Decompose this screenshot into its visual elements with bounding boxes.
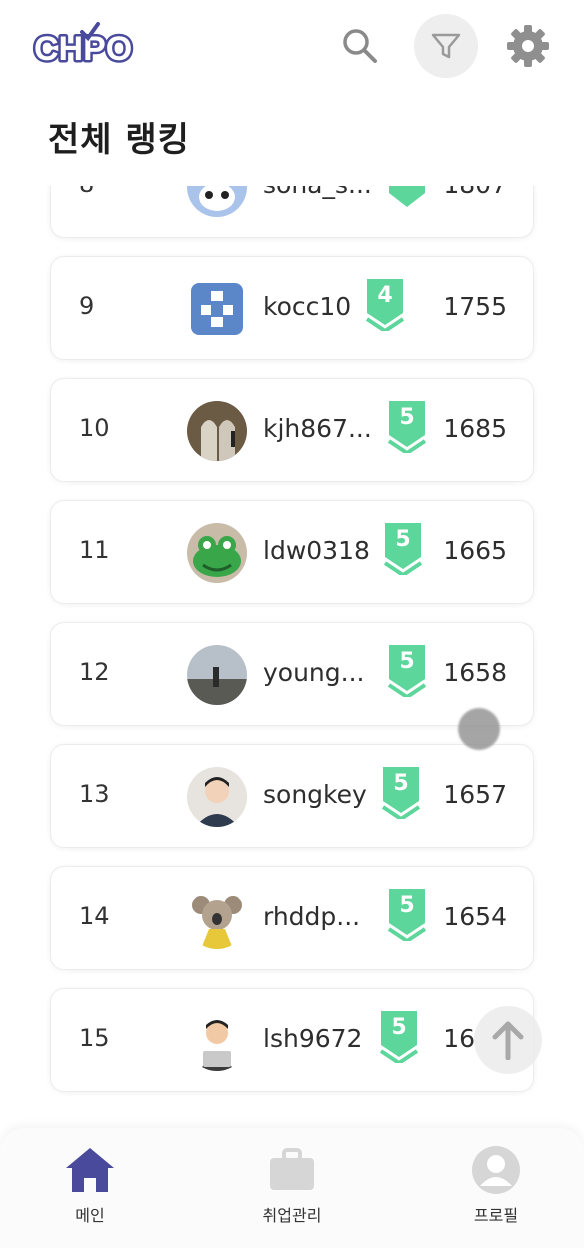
tier-level: 4 (377, 283, 393, 308)
ranking-card[interactable]: 12 young... 5 1658 (50, 622, 534, 726)
filter-button[interactable] (414, 14, 478, 78)
tier-badge: 5 (387, 889, 427, 944)
nav-label: 취업관리 (262, 1206, 322, 1225)
nav-item-profile[interactable]: 프로필 (436, 1140, 556, 1240)
panda-avatar-icon (187, 186, 247, 217)
user-avatar (187, 186, 247, 217)
username: sona_s... (263, 186, 372, 199)
user-avatar (187, 401, 247, 461)
tier-badge: 5 (381, 767, 421, 822)
user-avatar (187, 767, 247, 827)
ranking-list[interactable]: 8 sona_s... 1807 9 (0, 186, 584, 1116)
nav-label: 메인 (75, 1206, 105, 1225)
home-icon (66, 1148, 114, 1192)
rank-number: 13 (79, 780, 110, 808)
ranking-card[interactable]: 9 kocc10 4 1755 (50, 256, 534, 360)
tier-badge: 5 (379, 1011, 419, 1066)
tier-level: 5 (399, 405, 415, 430)
settings-button[interactable] (502, 20, 554, 72)
landscape-avatar-icon (187, 645, 247, 705)
pixel-avatar-icon (191, 283, 243, 335)
search-icon (343, 29, 377, 63)
score: 1807 (443, 186, 507, 199)
tier-level: 5 (393, 771, 409, 796)
gear-icon (507, 25, 549, 67)
nav-label: 프로필 (473, 1206, 519, 1225)
bottom-navigation: 메인 취업관리 프로필 (0, 1128, 584, 1248)
user-avatar (187, 889, 247, 949)
koala-avatar-icon (187, 889, 247, 949)
ranking-card[interactable]: 15 lsh9672 5 16 (50, 988, 534, 1092)
ranking-card[interactable]: 13 songkey 5 1657 (50, 744, 534, 848)
tier-level: 5 (399, 893, 415, 918)
ranking-card[interactable]: 14 rhddp... 5 1654 (50, 866, 534, 970)
app-header: CHPO 전체 랭킹 (0, 0, 584, 160)
username: ldw0318 (263, 536, 370, 565)
touch-indicator (458, 708, 500, 750)
page-title: 전체 랭킹 (48, 120, 190, 160)
ranking-card[interactable]: 11 ldw0318 5 1665 (50, 500, 534, 604)
username: songkey (263, 780, 367, 809)
username: lsh9672 (263, 1024, 363, 1053)
rank-number: 11 (79, 536, 110, 564)
score: 1685 (443, 414, 507, 443)
user-avatar (187, 645, 247, 705)
rank-number: 9 (79, 292, 95, 320)
search-button[interactable] (334, 20, 386, 72)
room-avatar-icon (187, 401, 247, 461)
briefcase-icon (270, 1148, 314, 1190)
tier-badge: 5 (387, 401, 427, 456)
ranking-card[interactable]: 10 kjh867... 5 1685 (50, 378, 534, 482)
score: 16 (443, 1024, 475, 1053)
user-avatar (187, 279, 247, 339)
tier-level: 5 (399, 649, 415, 674)
rank-number: 10 (79, 414, 110, 442)
filter-icon (431, 33, 461, 59)
tier-badge: 5 (383, 523, 423, 578)
username: kjh867... (263, 414, 372, 443)
score: 1657 (443, 780, 507, 809)
rank-number: 14 (79, 902, 110, 930)
frog-avatar-icon (187, 523, 247, 583)
arrow-up-icon (492, 1021, 524, 1060)
score: 1658 (443, 658, 507, 687)
profile-icon (472, 1146, 520, 1194)
rank-number: 12 (79, 658, 110, 686)
tier-level: 5 (391, 1015, 407, 1040)
username: young... (263, 658, 365, 687)
developer-avatar-icon (187, 1011, 247, 1071)
tier-badge: 4 (365, 279, 405, 334)
score: 1755 (443, 292, 507, 321)
username: rhddp... (263, 902, 361, 931)
tier-level: 5 (395, 527, 411, 552)
user-avatar (187, 523, 247, 583)
chpo-logo[interactable]: CHPO (32, 20, 144, 72)
score: 1654 (443, 902, 507, 931)
score: 1665 (443, 536, 507, 565)
nav-item-job-management[interactable]: 취업관리 (232, 1140, 352, 1240)
nav-item-main[interactable]: 메인 (30, 1140, 150, 1240)
username: kocc10 (263, 292, 352, 321)
rank-number: 15 (79, 1024, 110, 1052)
tier-badge: 5 (387, 645, 427, 700)
rank-number: 8 (79, 186, 94, 198)
tier-shield-icon (389, 186, 425, 207)
tier-badge (387, 186, 427, 209)
user-avatar (187, 1011, 247, 1071)
ranking-card[interactable]: 8 sona_s... 1807 (50, 186, 534, 238)
scroll-to-top-button[interactable] (474, 1006, 542, 1074)
person-avatar-icon (187, 767, 247, 827)
